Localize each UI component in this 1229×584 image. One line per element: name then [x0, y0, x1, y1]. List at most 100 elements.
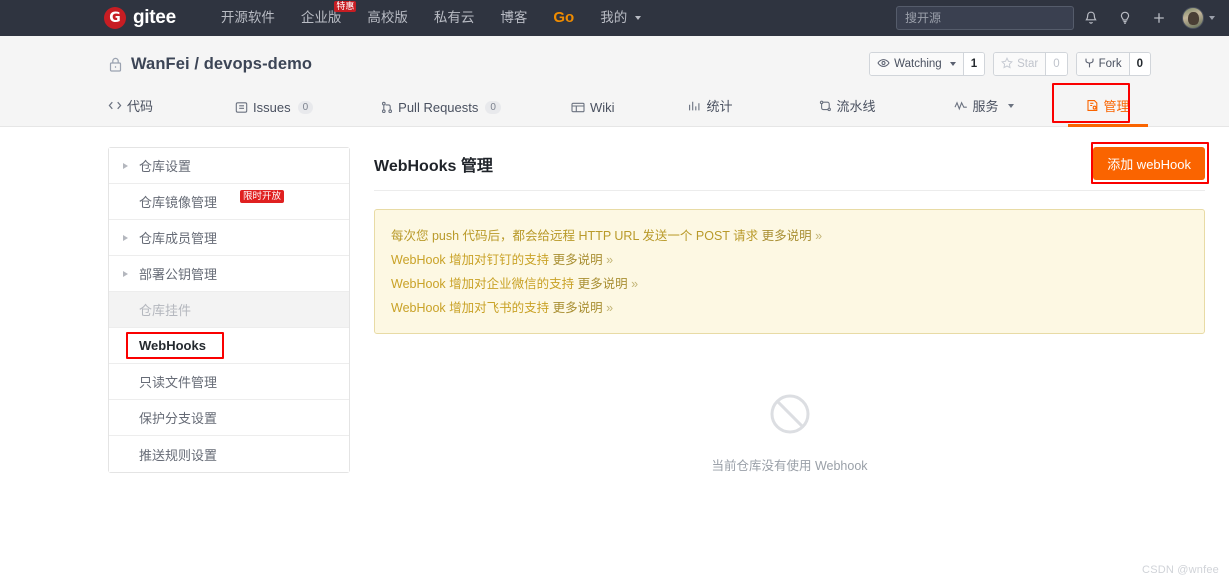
chevron-right-icon — [123, 270, 135, 277]
sidebar-item-webhooks[interactable]: WebHooks — [109, 328, 349, 364]
lock-icon — [108, 56, 123, 73]
alert-line: 每次您 push 代码后，都会给远程 HTTP URL 发送一个 POST 请求… — [391, 224, 1188, 248]
tab-issues[interactable]: Issues 0 — [235, 100, 314, 126]
sidebar-item-protected-branches[interactable]: 保护分支设置 — [109, 400, 349, 436]
watch-button[interactable]: Watching — [870, 53, 963, 75]
alert-text: 每次您 push 代码后，都会给远程 HTTP URL 发送一个 POST 请求 — [391, 229, 762, 243]
pr-count: 0 — [485, 101, 501, 114]
nav-link-label: 开源软件 — [220, 10, 275, 25]
star-label: Star — [1017, 58, 1039, 70]
avatar[interactable] — [1182, 7, 1204, 29]
nav-link-education[interactable]: 高校版 — [354, 0, 421, 36]
sidebar-item-deploy-keys[interactable]: 部署公钥管理 — [109, 256, 349, 292]
star-button[interactable]: Star — [994, 53, 1046, 75]
sidebar-item-label: 保护分支设置 — [139, 411, 218, 426]
repository-header: WanFei / devops-demo Watching 1 Star 0 F… — [0, 36, 1229, 127]
tab-label: 流水线 — [836, 99, 876, 114]
nav-link-opensource[interactable]: 开源软件 — [208, 0, 288, 36]
tab-services[interactable]: 服务 — [954, 96, 1014, 126]
manage-icon — [1086, 99, 1099, 112]
watermark: CSDN @wnfee — [1142, 564, 1219, 576]
watch-label: Watching — [894, 58, 942, 70]
gitee-logo-icon: G — [104, 7, 126, 29]
alert-line: WebHook 增加对钉钉的支持 更多说明 » — [391, 248, 1188, 272]
sidebar-item-repo-widgets[interactable]: 仓库挂件 — [109, 292, 349, 328]
code-icon — [108, 100, 122, 111]
alert-text: WebHook 增加对飞书的支持 — [391, 301, 553, 315]
empty-state: 当前仓库没有使用 Webhook — [374, 392, 1205, 474]
nav-link-mine[interactable]: 我的 — [587, 0, 654, 36]
tab-label: 统计 — [706, 99, 733, 114]
nav-link-go[interactable]: Go — [540, 0, 587, 36]
more-info-link[interactable]: 更多说明 — [578, 277, 628, 291]
tab-manage[interactable]: 管理 — [1067, 96, 1148, 127]
issue-icon — [235, 101, 248, 114]
chevron-down-icon — [949, 62, 956, 66]
more-info-link[interactable]: 更多说明 — [762, 229, 812, 243]
tab-wiki[interactable]: Wiki — [571, 100, 615, 126]
sidebar-item-readonly-files[interactable]: 只读文件管理 — [109, 364, 349, 400]
tab-label: 管理 — [1103, 99, 1130, 114]
webhook-info-alert: 每次您 push 代码后，都会给远程 HTTP URL 发送一个 POST 请求… — [374, 209, 1205, 334]
watch-button-group[interactable]: Watching 1 — [869, 52, 986, 76]
sidebar-item-label: 仓库镜像管理 — [139, 195, 218, 210]
repository-tabs: 代码 Issues 0 Pull Requests 0 Wiki 统计 流水线 … — [0, 83, 1229, 127]
more-info-link[interactable]: 更多说明 — [553, 253, 603, 267]
nav-link-blog[interactable]: 博客 — [487, 0, 540, 36]
star-button-group[interactable]: Star 0 — [993, 52, 1068, 76]
fork-label: Fork — [1098, 58, 1122, 70]
add-new-plus-icon[interactable] — [1142, 0, 1176, 36]
sidebar-item-label: 仓库挂件 — [139, 303, 192, 318]
chevron-right-icon — [123, 234, 135, 241]
sidebar-item-repo-settings[interactable]: 仓库设置 — [109, 148, 349, 184]
fork-button[interactable]: Fork — [1076, 53, 1129, 75]
sidebar-item-push-rules[interactable]: 推送规则设置 — [109, 436, 349, 472]
nav-link-label: 我的 — [600, 10, 628, 25]
limited-time-badge: 限时开放 — [240, 190, 285, 203]
page-title[interactable]: WanFei / devops-demo — [131, 55, 312, 74]
tab-statistics[interactable]: 统计 — [688, 96, 733, 126]
nav-link-label: 私有云 — [433, 10, 475, 25]
chart-icon — [688, 100, 701, 112]
nav-link-label: 博客 — [500, 10, 528, 25]
tab-code[interactable]: 代码 — [108, 96, 153, 126]
gitee-logo-text: gitee — [133, 7, 176, 28]
settings-sidebar: 仓库设置 仓库镜像管理 限时开放 仓库成员管理 部署公钥管理 仓库挂件 WebH… — [108, 147, 350, 473]
add-webhook-button[interactable]: 添加 webHook — [1093, 147, 1205, 180]
fork-count[interactable]: 0 — [1128, 53, 1150, 75]
top-navigation-bar: G gitee 开源软件 企业版 特惠 高校版 私有云 博客 Go 我的 — [0, 0, 1229, 36]
sidebar-item-label: 只读文件管理 — [139, 375, 218, 390]
wiki-icon — [571, 102, 585, 113]
issues-count: 0 — [297, 101, 314, 114]
search-input[interactable] — [896, 6, 1074, 30]
avatar-chevron-down-icon[interactable] — [1209, 16, 1215, 20]
link-chevron: » — [602, 301, 614, 315]
sidebar-item-repo-members[interactable]: 仓库成员管理 — [109, 220, 349, 256]
nav-link-privatecloud[interactable]: 私有云 — [421, 0, 488, 36]
sidebar-item-repo-mirror[interactable]: 仓库镜像管理 限时开放 — [109, 184, 349, 220]
tab-label: Issues — [253, 100, 291, 115]
sidebar-item-label: 推送规则设置 — [139, 447, 218, 463]
fork-icon — [1084, 57, 1095, 72]
nav-link-enterprise[interactable]: 企业版 特惠 — [288, 0, 357, 36]
notifications-bell-icon[interactable] — [1074, 0, 1108, 36]
tab-label: 代码 — [127, 99, 154, 114]
more-info-link[interactable]: 更多说明 — [553, 301, 603, 315]
alert-text: WebHook 增加对钉钉的支持 — [391, 253, 553, 267]
watch-count[interactable]: 1 — [962, 53, 985, 75]
link-chevron: » — [627, 277, 639, 291]
content-header: WebHooks 管理 添加 webHook — [374, 142, 1209, 191]
nav-link-label: Go — [553, 9, 575, 26]
star-count[interactable]: 0 — [1045, 53, 1067, 75]
gitee-logo[interactable]: G gitee — [104, 7, 176, 29]
repository-actions: Watching 1 Star 0 Fork 0 — [869, 52, 1205, 76]
lightbulb-icon[interactable] — [1108, 0, 1142, 36]
fork-button-group[interactable]: Fork 0 — [1075, 52, 1151, 76]
tab-pipeline[interactable]: 流水线 — [819, 96, 876, 126]
sidebar-item-label: 部署公钥管理 — [139, 267, 218, 282]
link-chevron: » — [602, 253, 614, 267]
nav-link-label: 高校版 — [367, 10, 408, 25]
tab-pull-requests[interactable]: Pull Requests 0 — [381, 100, 501, 126]
chevron-down-icon — [634, 16, 641, 21]
tab-label: Wiki — [589, 100, 615, 115]
